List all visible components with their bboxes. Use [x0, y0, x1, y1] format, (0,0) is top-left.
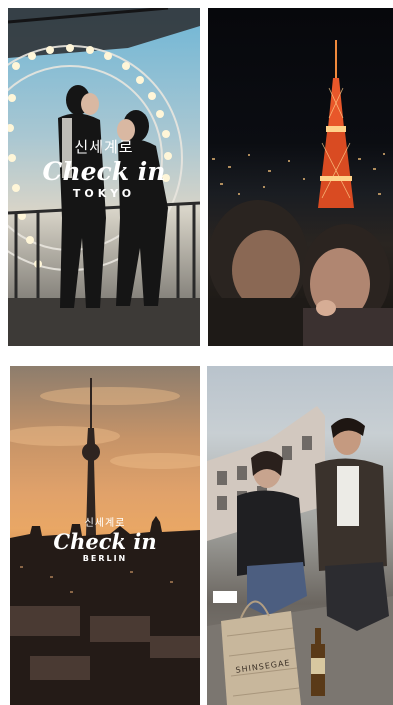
berlin-campaign-tile[interactable]: 신세계로 Check in BERLIN	[10, 366, 200, 705]
campaign-brand-logo: Check in	[42, 157, 166, 186]
tokyo-tower-scene-illustration	[208, 40, 393, 346]
campaign-korean-title: 신세계로	[74, 138, 134, 156]
berlin-rooftop-tile[interactable]: SHINSEGAE	[207, 366, 393, 705]
tokyo-tower-tile[interactable]	[208, 8, 393, 346]
berlin-campaign-overlay: 신세계로 Check in BERLIN	[10, 514, 200, 563]
campaign-korean-title: 신세계로	[84, 518, 126, 529]
berlin-rooftop-scene-illustration	[207, 406, 393, 705]
tokyo-campaign-tile[interactable]: 신세계로 Check in TOKYO	[8, 8, 200, 346]
campaign-brand-logo: Check in	[53, 529, 157, 554]
tokyo-campaign-overlay: 신세계로 Check in TOKYO	[8, 136, 200, 200]
campaign-city-label: TOKYO	[72, 187, 136, 200]
campaign-city-label: BERLIN	[82, 554, 128, 563]
